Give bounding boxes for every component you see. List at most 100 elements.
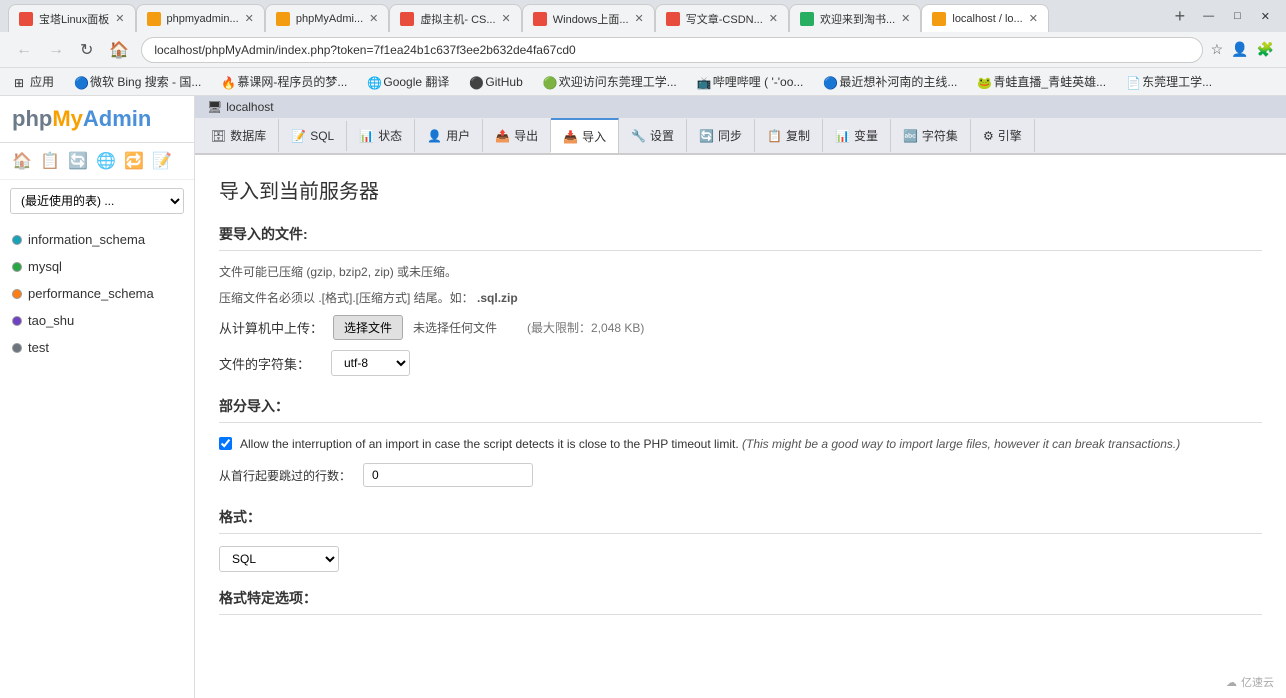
nav-tab-sync[interactable]: 🔄同步 bbox=[687, 119, 755, 152]
sidebar-action-icon[interactable]: 📝 bbox=[152, 151, 172, 171]
nav-tab-label: 字符集 bbox=[922, 127, 958, 144]
bookmark-item[interactable]: ⊞应用 bbox=[8, 71, 60, 92]
reload-button[interactable]: ↻ bbox=[76, 38, 97, 62]
nav-tab-sql[interactable]: 📝SQL bbox=[279, 121, 347, 151]
nav-tab-label: 用户 bbox=[446, 127, 470, 144]
import-note1: 文件可能已压缩 (gzip, bzip2, zip) 或未压缩。 bbox=[219, 263, 1262, 281]
nav-tab-icon: 📊 bbox=[359, 129, 374, 143]
nav-tab-variables[interactable]: 📊变量 bbox=[823, 119, 891, 152]
browser-tab-tab4[interactable]: 虚拟主机- CS... ✕ bbox=[389, 4, 521, 32]
bookmark-item[interactable]: 🌐 Google 翻译 bbox=[361, 71, 455, 92]
bookmark-star-icon[interactable]: ☆ bbox=[1211, 41, 1224, 58]
tab-close[interactable]: ✕ bbox=[901, 12, 910, 25]
tab-close[interactable]: ✕ bbox=[502, 12, 511, 25]
maximize-button[interactable]: □ bbox=[1226, 8, 1249, 24]
sidebar-db-item-performance_schema[interactable]: performance_schema bbox=[0, 280, 194, 307]
content-area: 🖥 localhost 🗄数据库📝SQL📊状态👤用户📤导出📥导入🔧设置🔄同步📋复… bbox=[195, 96, 1286, 698]
browser-tab-tab2[interactable]: phpmyadmin... ✕ bbox=[136, 4, 265, 32]
no-file-text: 未选择任何文件 bbox=[413, 319, 497, 336]
tab-close[interactable]: ✕ bbox=[115, 12, 124, 25]
page-content: 导入到当前服务器 要导入的文件: 文件可能已压缩 (gzip, bzip2, z… bbox=[195, 155, 1286, 647]
browser-tab-tab6[interactable]: 写文章-CSDN... ✕ bbox=[655, 4, 789, 32]
tab-close[interactable]: ✕ bbox=[369, 12, 378, 25]
sidebar-action-icon[interactable]: 🌐 bbox=[96, 151, 116, 171]
timeout-italic: (This might be a good way to import larg… bbox=[742, 437, 1180, 451]
browser-tab-tab5[interactable]: Windows上面... ✕ bbox=[522, 4, 655, 32]
nav-tab-icon: 👤 bbox=[427, 129, 442, 143]
server-icon: 🖥 bbox=[207, 100, 222, 114]
nav-tab-icon: 🔧 bbox=[631, 129, 646, 143]
bookmark-item[interactable]: 🔥慕课网-程序员的梦... bbox=[215, 71, 353, 92]
nav-tab-charset[interactable]: 🔤字符集 bbox=[891, 119, 971, 152]
main-layout: phpMyAdmin 🏠📋🔄🌐🔁📝 (最近使用的表) ... informati… bbox=[0, 96, 1286, 698]
browser-tab-tab1[interactable]: 宝塔Linux面板 ✕ bbox=[8, 4, 136, 32]
nav-tab-import[interactable]: 📥导入 bbox=[551, 118, 619, 153]
bookmark-favicon: 🔥 bbox=[221, 76, 233, 88]
bookmark-item[interactable]: 🟢欢迎访问东莞理工学... bbox=[537, 71, 683, 92]
sidebar-db-item-tao_shu[interactable]: tao_shu bbox=[0, 307, 194, 334]
skip-rows-input[interactable] bbox=[363, 463, 533, 487]
charset-select[interactable]: utf-8utf-16gb2312gbklatin1 bbox=[331, 350, 410, 376]
browser-tab-tab7[interactable]: 欢迎来到淘书... ✕ bbox=[789, 4, 921, 32]
sidebar-db-item-test[interactable]: test bbox=[0, 334, 194, 361]
tab-close[interactable]: ✕ bbox=[769, 12, 778, 25]
sidebar-db-item-information_schema[interactable]: information_schema bbox=[0, 226, 194, 253]
back-button[interactable]: ← bbox=[12, 39, 36, 61]
nav-tab-settings[interactable]: 🔧设置 bbox=[619, 119, 687, 152]
bookmark-item[interactable]: ⚫GitHub bbox=[463, 73, 528, 91]
address-input[interactable] bbox=[141, 37, 1202, 63]
nav-tab-engines[interactable]: ⚙引擎 bbox=[971, 119, 1035, 152]
new-tab-button[interactable]: + bbox=[1169, 6, 1192, 27]
content-header: 🖥 localhost 🗄数据库📝SQL📊状态👤用户📤导出📥导入🔧设置🔄同步📋复… bbox=[195, 96, 1286, 155]
sidebar-action-icon[interactable]: 📋 bbox=[40, 151, 60, 171]
nav-tab-export[interactable]: 📤导出 bbox=[483, 119, 551, 152]
format-select[interactable]: SQLCSVCSV using LOAD DATAODSOpenDocument… bbox=[219, 546, 339, 572]
bookmark-favicon: ⊞ bbox=[14, 76, 26, 88]
tab-favicon bbox=[533, 12, 547, 26]
db-name: information_schema bbox=[28, 232, 145, 247]
bookmark-label: Google 翻译 bbox=[383, 73, 449, 90]
bookmark-item[interactable]: 📺哔哩哔哩 ( '-'oo... bbox=[691, 71, 810, 92]
recent-tables-select[interactable]: (最近使用的表) ... bbox=[10, 188, 184, 214]
nav-tab-label: 数据库 bbox=[230, 127, 266, 144]
nav-tab-copy[interactable]: 📋复制 bbox=[755, 119, 823, 152]
nav-tab-label: 导入 bbox=[582, 128, 606, 145]
tab-favicon bbox=[19, 12, 33, 26]
extensions-icon[interactable]: 🧩 bbox=[1257, 41, 1274, 58]
bookmark-favicon: 🌐 bbox=[367, 76, 379, 88]
nav-tab-users[interactable]: 👤 用户 bbox=[415, 119, 483, 152]
nav-tab-icon: 🔄 bbox=[699, 129, 714, 143]
forward-button[interactable]: → bbox=[44, 39, 68, 61]
bookmark-favicon: 🔵 bbox=[823, 76, 835, 88]
nav-tab-status[interactable]: 📊状态 bbox=[347, 119, 415, 152]
sidebar-action-icon[interactable]: 🏠 bbox=[12, 151, 32, 171]
bookmark-item[interactable]: 🔵微软 Bing 搜索 - 国... bbox=[68, 71, 207, 92]
nav-tab-databases[interactable]: 🗄数据库 bbox=[199, 119, 279, 152]
db-dot bbox=[12, 235, 22, 245]
home-button[interactable]: 🏠 bbox=[105, 38, 133, 62]
skip-rows-label: 从首行起要跳过的行数： bbox=[219, 467, 351, 484]
tab-close[interactable]: ✕ bbox=[245, 12, 254, 25]
minimize-button[interactable]: — bbox=[1195, 8, 1222, 24]
browser-tab-tab3[interactable]: phpMyAdmi... ✕ bbox=[265, 4, 389, 32]
nav-tab-icon: 📝 bbox=[291, 129, 306, 143]
tab-close[interactable]: ✕ bbox=[1029, 12, 1038, 25]
timeout-checkbox[interactable] bbox=[219, 437, 232, 450]
sidebar-action-icon[interactable]: 🔁 bbox=[124, 151, 144, 171]
sidebar-action-icon[interactable]: 🔄 bbox=[68, 151, 88, 171]
bookmark-favicon: 🟢 bbox=[543, 76, 555, 88]
browser-tab-tab8[interactable]: localhost / lo... ✕ bbox=[921, 4, 1049, 32]
sidebar-db-item-mysql[interactable]: mysql bbox=[0, 253, 194, 280]
bookmark-item[interactable]: 🐸青蛙直播_青蛙英雄... bbox=[971, 71, 1112, 92]
db-dot bbox=[12, 343, 22, 353]
choose-file-button[interactable]: 选择文件 bbox=[333, 315, 403, 340]
profile-icon[interactable]: 👤 bbox=[1231, 41, 1248, 58]
db-dot bbox=[12, 289, 22, 299]
format-options-section: 格式特定选项： bbox=[219, 588, 1262, 615]
close-button[interactable]: ✕ bbox=[1253, 8, 1278, 25]
bookmark-item[interactable]: 🔵最近想补河南的主线... bbox=[817, 71, 963, 92]
nav-tab-icon: ⚙ bbox=[983, 129, 994, 143]
bookmark-item[interactable]: 📄东莞理工学... bbox=[1120, 71, 1218, 92]
tab-close[interactable]: ✕ bbox=[635, 12, 644, 25]
database-list: information_schemamysqlperformance_schem… bbox=[0, 222, 194, 365]
